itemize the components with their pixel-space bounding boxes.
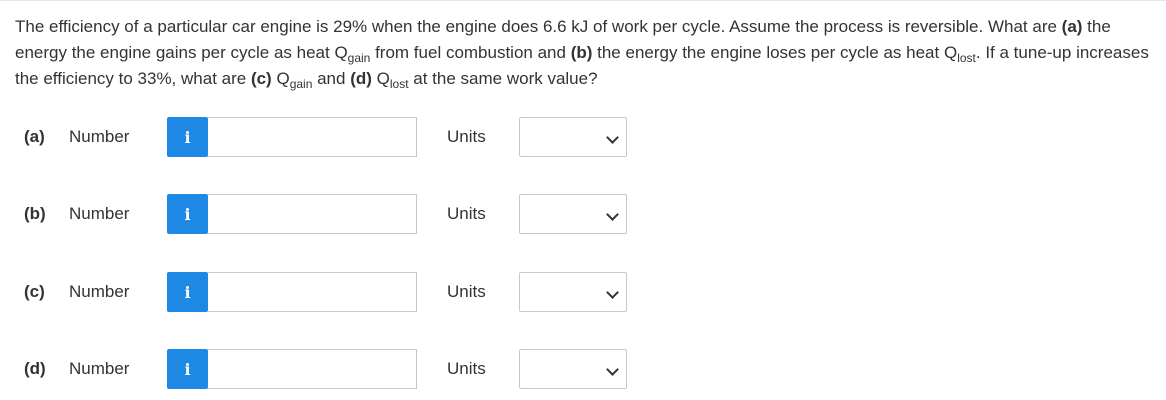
answer-row-a: (a) Number i Units [0,117,1166,159]
units-label: Units [447,204,486,223]
units-select[interactable] [519,194,627,234]
part-c-marker: (c) [250,69,272,88]
chevron-down-icon [606,208,619,221]
question-segment: and [312,69,351,88]
number-label: Number [69,282,130,301]
part-label: (a) [24,127,45,146]
units-label: Units [447,282,486,301]
question-text: The efficiency of a particular car engin… [15,14,1161,92]
answer-row-d: (d) Number i Units [0,349,1166,391]
question-segment: the energy the engine loses per cycle as… [592,43,944,62]
part-label: (b) [24,204,46,223]
info-icon[interactable]: i [167,117,208,157]
question-segment: from fuel combustion and [370,43,571,62]
units-label: Units [447,359,486,378]
number-input[interactable] [208,272,417,312]
number-input[interactable] [208,194,417,234]
q-gain-symbol: Qgain [276,69,313,91]
top-divider [0,0,1166,1]
number-input[interactable] [208,349,417,389]
number-input[interactable] [208,117,417,157]
info-icon[interactable]: i [167,349,208,389]
question-segment: at the same work value? [408,69,598,88]
number-label: Number [69,204,130,223]
part-d-marker: (d) [350,69,372,88]
q-lost-symbol: Qlost [943,43,976,65]
units-select[interactable] [519,117,627,157]
answer-row-c: (c) Number i Units [0,272,1166,314]
chevron-down-icon [606,363,619,376]
q-gain-symbol: Qgain [334,43,371,65]
number-label: Number [69,127,130,146]
part-a-marker: (a) [1061,17,1083,36]
chevron-down-icon [606,286,619,299]
part-label: (d) [24,359,46,378]
units-select[interactable] [519,349,627,389]
answer-row-b: (b) Number i Units [0,194,1166,236]
question-segment: The efficiency of a particular car engin… [15,17,1062,36]
info-icon[interactable]: i [167,194,208,234]
info-icon[interactable]: i [167,272,208,312]
chevron-down-icon [606,131,619,144]
units-label: Units [447,127,486,146]
q-lost-symbol: Qlost [376,69,409,91]
units-select[interactable] [519,272,627,312]
part-label: (c) [24,282,45,301]
part-b-marker: (b) [570,43,593,62]
number-label: Number [69,359,130,378]
